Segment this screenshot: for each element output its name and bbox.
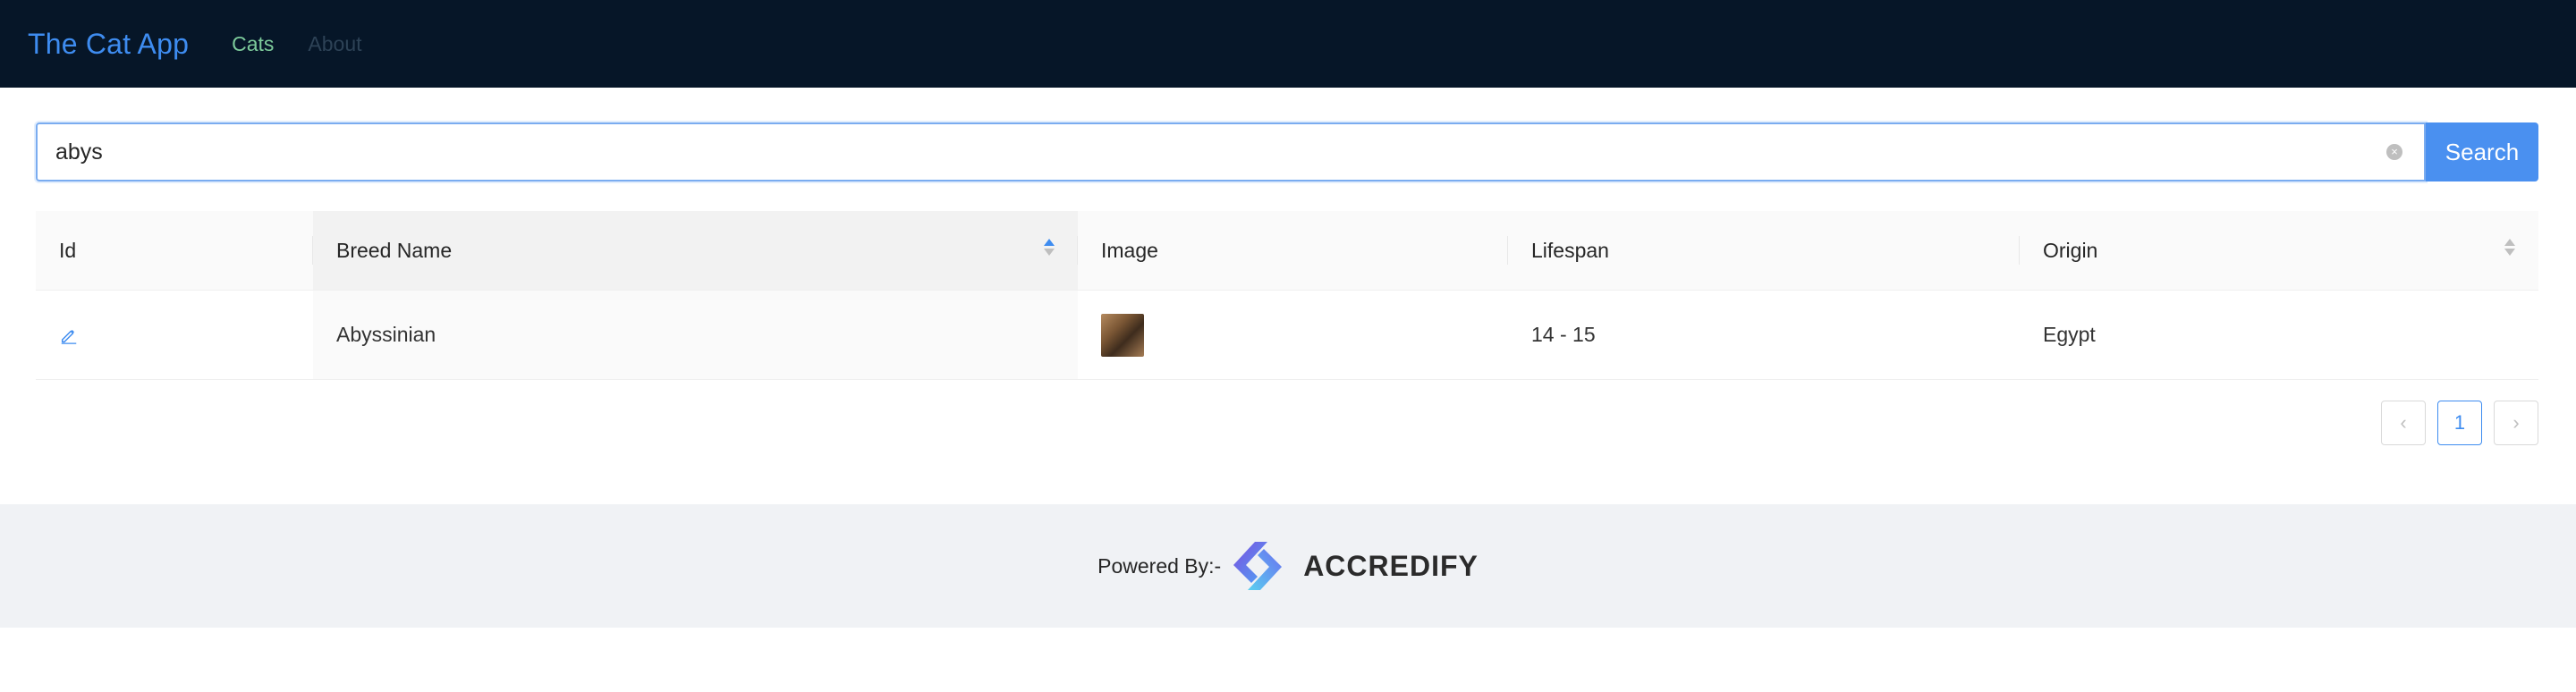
- sort-icon[interactable]: [1044, 239, 1055, 256]
- edit-icon[interactable]: [59, 325, 79, 345]
- breed-thumbnail[interactable]: [1101, 313, 1144, 357]
- next-page-button[interactable]: ›: [2494, 401, 2538, 445]
- table-header: Id Breed Name Image Lifespan Origin: [36, 211, 2538, 291]
- table-row: Abyssinian 14 - 15 Egypt: [36, 291, 2538, 380]
- sort-descending-icon: [2504, 249, 2515, 256]
- footer: Powered By:- ACCREDIFY: [0, 504, 2576, 628]
- chevron-right-icon: ›: [2512, 411, 2520, 434]
- column-header-origin[interactable]: Origin: [2020, 211, 2538, 290]
- accredify-logo-text: ACCREDIFY: [1303, 549, 1479, 582]
- main-content: × Search Id Breed Name Image Lifespan: [0, 88, 2576, 504]
- lifespan-value: 14 - 15: [1531, 323, 1596, 346]
- search-field: ×: [36, 122, 2426, 181]
- column-header-label: Origin: [2043, 238, 2098, 262]
- breed-name: Abyssinian: [336, 323, 436, 346]
- breeds-table: Id Breed Name Image Lifespan Origin Abys…: [36, 211, 2538, 380]
- search-button[interactable]: Search: [2426, 122, 2538, 181]
- cell-origin: Egypt: [2020, 291, 2538, 379]
- prev-page-button[interactable]: ‹: [2381, 401, 2426, 445]
- origin-value: Egypt: [2043, 323, 2096, 346]
- column-header-lifespan: Lifespan: [1508, 211, 2020, 290]
- powered-by-label: Powered By:-: [1097, 553, 1222, 578]
- column-header-label: Id: [59, 238, 77, 262]
- nav-link-cats[interactable]: Cats: [232, 32, 274, 56]
- cell-id: [36, 291, 313, 379]
- search-bar: × Search: [36, 122, 2538, 181]
- pagination: ‹ 1 ›: [2381, 401, 2538, 445]
- column-header-breed-name[interactable]: Breed Name: [313, 211, 1078, 290]
- column-header-label: Lifespan: [1531, 238, 1609, 262]
- search-input[interactable]: [54, 138, 2386, 166]
- column-header-label: Image: [1101, 238, 1158, 262]
- column-header-id: Id: [36, 211, 313, 290]
- sort-ascending-icon: [2504, 239, 2515, 246]
- navbar: The Cat App Cats About: [0, 0, 2576, 88]
- accredify-logo-icon: [1233, 542, 1283, 590]
- cell-lifespan: 14 - 15: [1508, 291, 2020, 379]
- nav-link-about[interactable]: About: [308, 32, 361, 56]
- page-number-button[interactable]: 1: [2437, 401, 2482, 445]
- column-header-label: Breed Name: [336, 238, 453, 262]
- sort-icon[interactable]: [2504, 239, 2515, 256]
- app-brand[interactable]: The Cat App: [28, 28, 189, 61]
- sort-ascending-icon: [1044, 239, 1055, 246]
- clear-icon[interactable]: ×: [2386, 144, 2402, 160]
- cell-breed-name: Abyssinian: [313, 291, 1078, 379]
- chevron-left-icon: ‹: [2400, 411, 2407, 434]
- cell-image: [1078, 291, 1508, 379]
- column-header-image: Image: [1078, 211, 1508, 290]
- sort-descending-icon: [1044, 249, 1055, 256]
